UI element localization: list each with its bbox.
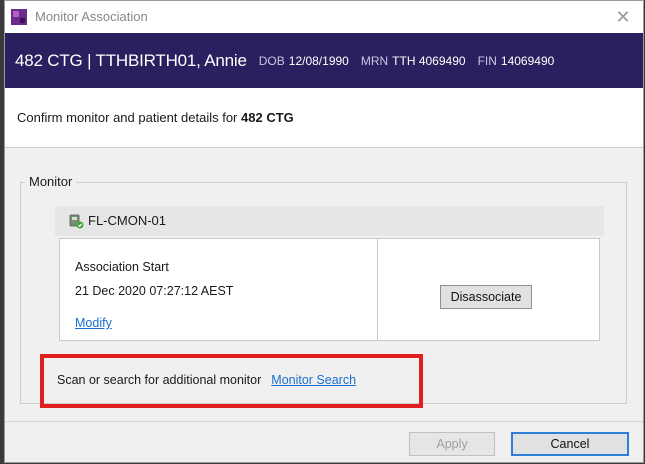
fin-value: 14069490	[500, 53, 555, 68]
apply-button[interactable]: Apply	[409, 432, 495, 456]
device-header: FL-CMON-01	[55, 206, 604, 236]
device-name: FL-CMON-01	[88, 213, 167, 228]
scan-highlight-box: Scan or search for additional monitor Mon…	[40, 354, 423, 408]
mrn-value: TTH 4069490	[392, 53, 466, 68]
patient-name-line: 482 CTG | TTHBIRTH01, Annie	[15, 50, 247, 70]
mrn-field: MRN TTH 4069490	[361, 54, 466, 68]
dob-field: DOB 12/08/1990	[259, 54, 349, 68]
close-icon[interactable]: ✕	[611, 5, 635, 29]
confirm-message: Confirm monitor and patient details for …	[17, 110, 294, 125]
title-bar[interactable]: Monitor Association ✕	[5, 1, 643, 33]
dialog-footer: Apply Cancel	[5, 421, 643, 462]
window-title: Monitor Association	[35, 9, 148, 24]
monitor-search-link[interactable]: Monitor Search	[271, 373, 356, 387]
confirm-prefix: Confirm monitor and patient details for	[17, 110, 238, 125]
confirm-strip: Confirm monitor and patient details for …	[5, 88, 643, 148]
mrn-label: MRN	[360, 53, 389, 68]
confirm-bed: 482 CTG	[241, 110, 294, 125]
panel-divider	[377, 239, 378, 340]
cancel-button[interactable]: Cancel	[511, 432, 629, 456]
association-start-value: 21 Dec 2020 07:27:12 AEST	[75, 284, 234, 298]
dob-label: DOB	[258, 53, 285, 68]
association-start-label: Association Start	[75, 260, 169, 274]
disassociate-button[interactable]: Disassociate	[440, 285, 532, 309]
modify-link[interactable]: Modify	[75, 316, 112, 330]
monitor-legend: Monitor	[25, 174, 77, 189]
association-panel: Association Start 21 Dec 2020 07:27:12 A…	[59, 238, 600, 341]
app-icon	[11, 9, 27, 25]
fin-label: FIN	[477, 53, 497, 68]
monitor-device-icon	[69, 214, 84, 229]
dob-value: 12/08/1990	[288, 53, 349, 68]
monitor-association-window: Monitor Association ✕ 482 CTG | TTHBIRTH…	[4, 0, 644, 463]
scan-text: Scan or search for additional monitor	[57, 373, 262, 387]
fin-field: FIN 14069490	[478, 54, 555, 68]
scan-row: Scan or search for additional monitor Mon…	[57, 373, 356, 387]
patient-banner: 482 CTG | TTHBIRTH01, Annie DOB 12/08/199…	[5, 33, 643, 88]
